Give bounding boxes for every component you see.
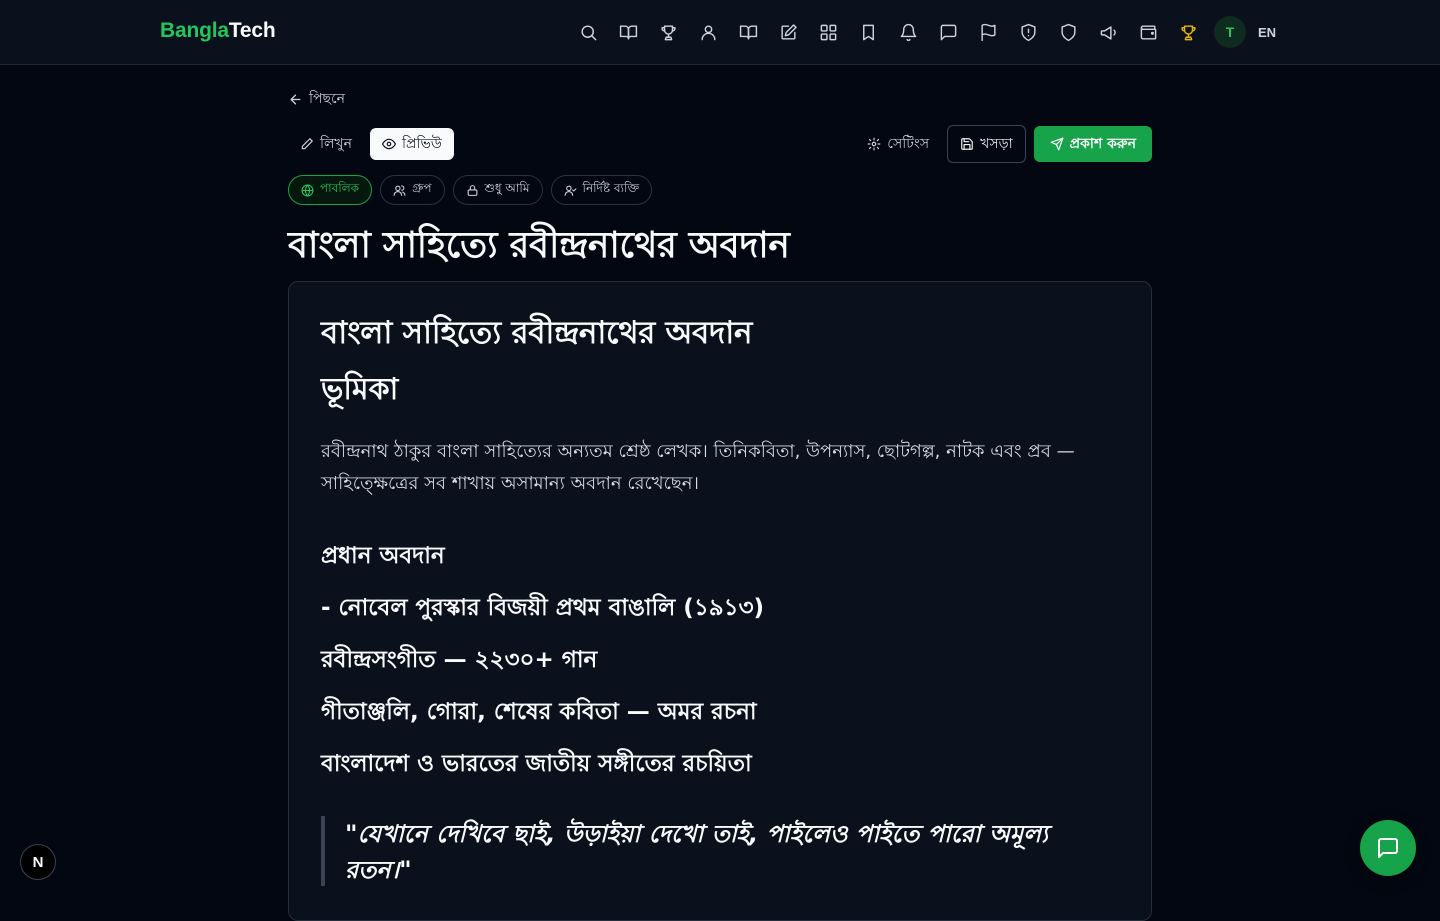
- user-avatar[interactable]: T: [1214, 16, 1246, 48]
- back-label: পিছনে: [309, 91, 345, 107]
- tab-write[interactable]: লিখুন: [288, 128, 364, 160]
- trophy-icon[interactable]: [652, 16, 684, 48]
- editor-mode-tabs: লিখুন প্রিভিউ: [288, 128, 454, 160]
- gear-icon: [867, 137, 881, 151]
- preview-list-item: - নোবেল পুরস্কার বিজয়ী প্রথম বাঙালি (১৯…: [321, 595, 765, 621]
- visibility-only-me-chip[interactable]: শুধু আমি: [452, 175, 543, 205]
- settings-button[interactable]: সেটিংস: [857, 126, 939, 162]
- save-icon: [961, 138, 973, 150]
- editor-actions: সেটিংস খসড়া প্রকাশ করুন: [857, 125, 1152, 163]
- chat-icon: [1378, 838, 1398, 858]
- language-toggle[interactable]: EN: [1258, 25, 1276, 40]
- search-icon[interactable]: [572, 16, 604, 48]
- visibility-only-me-label: শুধু আমি: [484, 181, 530, 195]
- grid-icon[interactable]: [812, 16, 844, 48]
- publish-label: প্রকাশ করুন: [1069, 136, 1136, 152]
- arrow-left-icon: [290, 94, 301, 104]
- bookmark-icon[interactable]: [852, 16, 884, 48]
- users-icon: [393, 184, 406, 196]
- visibility-specific-chip[interactable]: নির্দিষ্ট ব্যক্তি: [550, 175, 653, 205]
- tab-write-label: লিখুন: [320, 136, 352, 152]
- visibility-public-label: পাবলিক: [320, 181, 360, 195]
- back-link[interactable]: পিছনে: [288, 88, 345, 110]
- book-open-icon[interactable]: [732, 16, 764, 48]
- chat-button[interactable]: [1360, 820, 1416, 876]
- publish-button[interactable]: প্রকাশ করুন: [1033, 126, 1152, 162]
- visibility-group-chip[interactable]: গ্রুপ: [380, 175, 445, 205]
- megaphone-icon[interactable]: [1092, 16, 1124, 48]
- bell-icon[interactable]: [892, 16, 924, 48]
- visibility-public-chip[interactable]: পাবলিক: [288, 175, 373, 205]
- tab-preview-label: প্রিভিউ: [402, 136, 442, 152]
- brand-name-part1: Bangla: [160, 19, 229, 42]
- pencil-icon: [301, 138, 313, 150]
- settings-label: সেটিংস: [887, 136, 930, 152]
- book-open-icon[interactable]: [612, 16, 644, 48]
- preview-blockquote: "যেখানে দেখিবে ছাই, উড়াইয়া দেখো তাই, প…: [321, 816, 1119, 886]
- preview-heading-3: প্রধান অবদান: [321, 543, 445, 569]
- brand-name-part2: Tech: [228, 19, 276, 42]
- message-icon[interactable]: [932, 16, 964, 48]
- lock-icon: [467, 184, 477, 196]
- post-title: বাংলা সাহিত্যে রবীন্দ্রনাথের অবদান: [288, 225, 790, 266]
- visibility-group-label: গ্রুপ: [412, 181, 432, 195]
- preview-heading-2: ভূমিকা: [321, 372, 399, 407]
- users-icon[interactable]: [692, 16, 724, 48]
- user-check-icon: [564, 185, 576, 196]
- preview-list-item: বাংলাদেশ ও ভারতের জাতীয় সঙ্গীতের রচয়িত…: [321, 751, 752, 777]
- eye-icon: [382, 138, 396, 150]
- preview-heading-1: বাংলা সাহিত্যে রবীন্দ্রনাথের অবদান: [321, 315, 753, 351]
- shield-alert-icon[interactable]: [1012, 16, 1044, 48]
- preview-panel: বাংলা সাহিত্যে রবীন্দ্রনাথের অবদান ভূমিক…: [288, 281, 1152, 921]
- wallet-icon[interactable]: [1132, 16, 1164, 48]
- preview-list-item: রবীন্দ্রসংগীত — ২২৩০+ গান: [321, 647, 598, 673]
- edit-icon[interactable]: [772, 16, 804, 48]
- tab-preview[interactable]: প্রিভিউ: [370, 128, 454, 160]
- save-draft-button[interactable]: খসড়া: [947, 125, 1026, 163]
- draft-label: খসড়া: [980, 136, 1013, 152]
- globe-icon: [301, 184, 314, 196]
- send-icon: [1050, 137, 1064, 151]
- brand-logo[interactable]: BanglaTech: [160, 19, 276, 43]
- shield-icon[interactable]: [1052, 16, 1084, 48]
- visibility-specific-label: নির্দিষ্ট ব্যক্তি: [582, 181, 640, 195]
- preview-paragraph: রবীন্দ্রনাথ ঠাকুর বাংলা সাহিত্যের অন্যতম…: [321, 441, 1075, 494]
- trophy-gold-icon[interactable]: [1172, 16, 1204, 48]
- nav-icons: T EN: [572, 16, 1276, 48]
- top-navbar: BanglaTech T EN: [0, 0, 1440, 65]
- flag-icon[interactable]: [972, 16, 1004, 48]
- visibility-options: পাবলিক গ্রুপ শুধু আমি নির্দিষ্ট ব্যক্তি: [288, 175, 653, 205]
- preview-list-item: গীতাঞ্জলি, গোরা, শেষের কবিতা — অমর রচনা: [321, 699, 757, 725]
- dev-tools-badge[interactable]: N: [20, 844, 56, 880]
